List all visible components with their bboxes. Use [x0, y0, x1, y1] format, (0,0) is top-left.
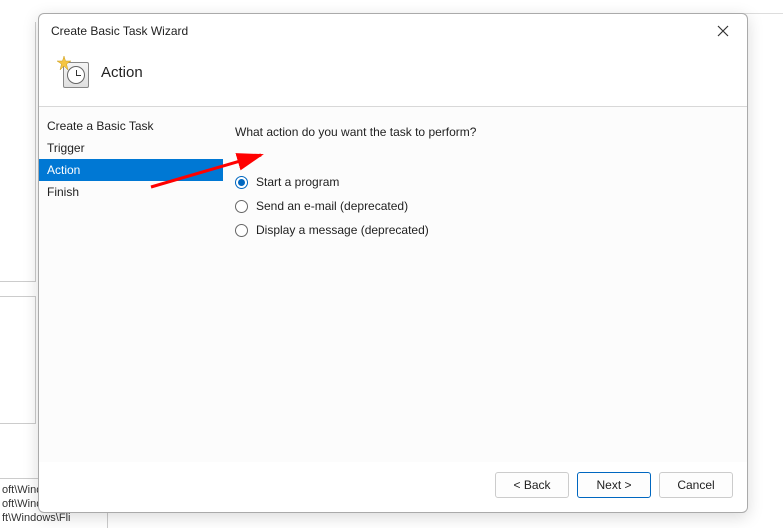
- wizard-dialog: Create Basic Task Wizard Action Create a…: [38, 13, 748, 513]
- nav-finish[interactable]: Finish: [39, 181, 223, 203]
- radio-icon: [235, 224, 248, 237]
- radio-label: Send an e-mail (deprecated): [256, 199, 408, 213]
- option-display-message[interactable]: Display a message (deprecated): [235, 223, 727, 237]
- nav-action[interactable]: Action: [39, 159, 223, 181]
- nav-create-task[interactable]: Create a Basic Task: [39, 115, 223, 137]
- wizard-nav: Create a Basic Task Trigger Action Finis…: [39, 107, 223, 462]
- next-button[interactable]: Next >: [577, 472, 651, 498]
- header-band: Action: [39, 48, 747, 107]
- radio-icon: [235, 176, 248, 189]
- action-prompt: What action do you want the task to perf…: [235, 125, 727, 139]
- page-title: Action: [101, 64, 143, 81]
- radio-icon: [235, 200, 248, 213]
- close-button[interactable]: [709, 19, 737, 43]
- dialog-title: Create Basic Task Wizard: [51, 24, 709, 38]
- button-bar: < Back Next > Cancel: [39, 462, 747, 512]
- radio-label: Start a program: [256, 175, 339, 189]
- cancel-button[interactable]: Cancel: [659, 472, 733, 498]
- radio-label: Display a message (deprecated): [256, 223, 429, 237]
- close-icon: [717, 25, 729, 37]
- option-start-program[interactable]: Start a program: [235, 175, 727, 189]
- wizard-main: What action do you want the task to perf…: [223, 107, 747, 462]
- wizard-icon: [57, 56, 89, 88]
- option-send-email[interactable]: Send an e-mail (deprecated): [235, 199, 727, 213]
- back-button[interactable]: < Back: [495, 472, 569, 498]
- nav-trigger[interactable]: Trigger: [39, 137, 223, 159]
- dialog-titlebar: Create Basic Task Wizard: [39, 14, 747, 48]
